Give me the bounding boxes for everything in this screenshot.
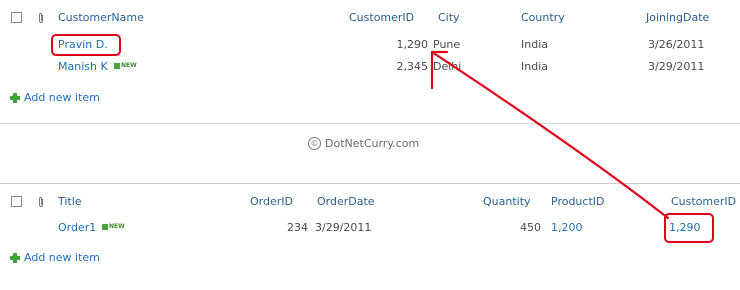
relationship-arrow <box>430 50 670 220</box>
